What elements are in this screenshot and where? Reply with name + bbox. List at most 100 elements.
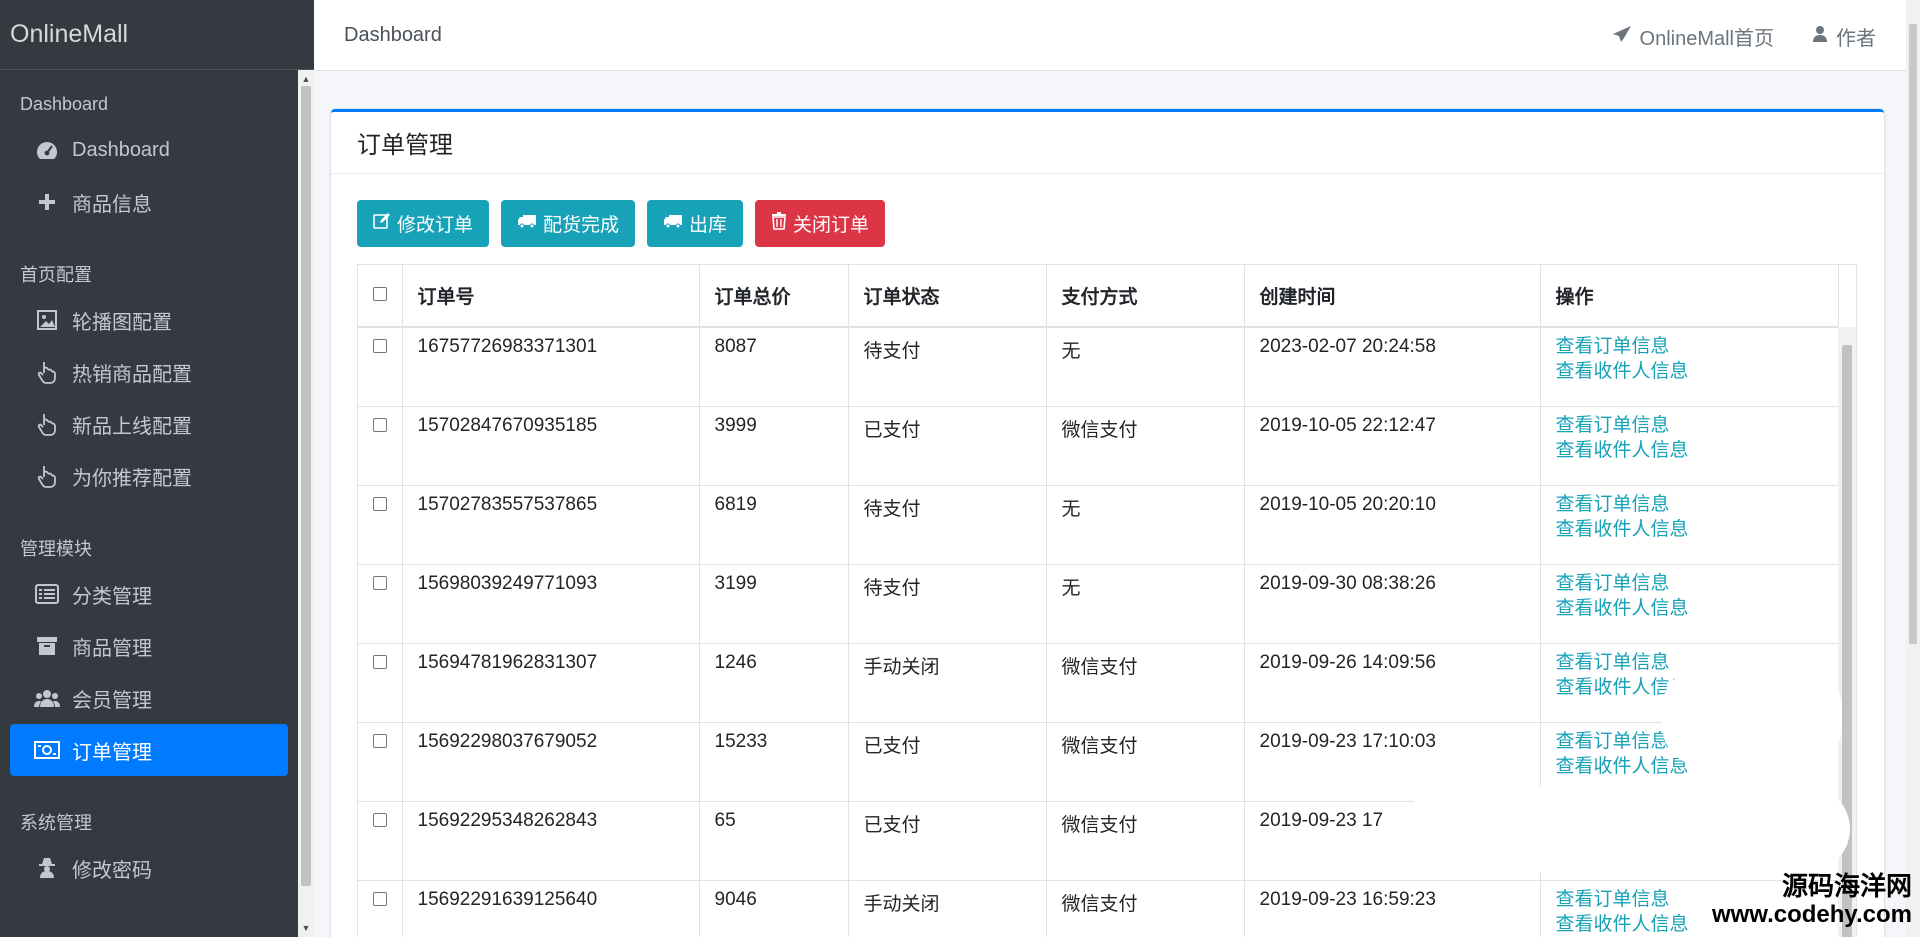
order-pay-method: 微信支付 [1046,406,1245,486]
row-checkbox[interactable] [372,496,387,511]
col-header-create-time[interactable]: 创建时间 [1244,265,1541,328]
sidebar-item-label: 商品管理 [72,637,152,660]
order-status: 手动关闭 [848,643,1047,723]
ship-out-button[interactable]: 出库 [647,200,744,247]
paper-plane-icon [1612,25,1632,49]
order-no: 15698039249771093 [402,564,700,644]
row-checkbox[interactable] [372,891,387,906]
sidebar-item-label: 会员管理 [72,689,152,712]
table-row[interactable]: 15692291639125640 9046 手动关闭 微信支付 2019-09… [358,880,1839,937]
toolbar: 修改订单 配货完成 出库 关闭订单 [357,200,886,247]
author-link[interactable]: 作者 [1812,22,1876,51]
order-create-time: 2019-09-23 16:59:23 [1244,880,1541,937]
row-checkbox[interactable] [372,654,387,669]
sidebar-item-label: 商品信息 [72,193,152,216]
table-row[interactable]: 15702847670935185 3999 已支付 微信支付 2019-10-… [358,406,1839,486]
order-pay-method: 微信支付 [1046,643,1245,723]
order-create-time: 2019-09-26 14:09:56 [1244,643,1541,723]
sidebar-item-hot-config[interactable]: 热销商品配置 [10,346,288,398]
select-all-checkbox[interactable] [372,287,387,301]
nav-header-home-config: 首页配置 [20,265,92,285]
watermark-line-1: 源码海洋网 [1781,870,1912,901]
top-navbar: Dashboard OnlineMall首页 作者 [314,0,1920,71]
row-checkbox[interactable] [372,339,387,353]
order-pay-method: 微信支付 [1046,801,1245,881]
pack-done-button[interactable]: 配货完成 [501,200,636,247]
table-row[interactable]: 16757726983371301 8087 待支付 无 2023-02-07 … [358,327,1839,407]
image-icon [34,308,60,332]
page-scrollbar-thumb[interactable] [1909,24,1917,644]
order-no: 15694781962831307 [402,643,700,723]
view-receiver-link[interactable]: 查看收件人信息 [1556,515,1838,544]
row-checkbox[interactable] [372,575,387,590]
order-price: 8087 [699,327,849,407]
sidebar-item-goods[interactable]: 商品管理 [10,620,288,672]
sidebar-item-product-info[interactable]: 商品信息 [10,176,288,228]
col-header-total-price[interactable]: 订单总价 [699,265,849,328]
sidebar-item-dashboard[interactable]: Dashboard [10,124,288,176]
col-header-pay-method[interactable]: 支付方式 [1046,265,1245,328]
order-no: 15702783557537865 [402,485,700,565]
view-receiver-link[interactable]: 查看收件人信息 [1556,357,1838,386]
view-receiver-link[interactable]: 查看收件人信息 [1556,594,1838,623]
sidebar-item-category[interactable]: 分类管理 [10,568,288,620]
close-order-button[interactable]: 关闭订单 [755,200,886,247]
scroll-up-arrow-icon[interactable]: ▲ [301,74,311,84]
col-header-order-no[interactable]: 订单号 [402,265,700,328]
brand-logo[interactable]: OnlineMall [0,0,314,70]
sidebar-item-change-password[interactable]: 修改密码 [10,842,288,894]
col-header-order-status[interactable]: 订单状态 [848,265,1047,328]
sidebar-item-orders[interactable]: 订单管理 [10,724,288,776]
order-actions: 查看订单信息 查看收件人信息 [1540,485,1839,565]
col-header-actions: 操作 [1540,265,1839,328]
sidebar-item-new-config[interactable]: 新品上线配置 [10,398,288,450]
page-scrollbar[interactable] [1906,0,1920,937]
row-checkbox[interactable] [372,733,387,748]
archive-icon [34,634,60,658]
order-status: 已支付 [848,801,1047,881]
sidebar-item-recommend-config[interactable]: 为你推荐配置 [10,450,288,502]
table-row[interactable]: 15702783557537865 6819 待支付 无 2019-10-05 … [358,485,1839,565]
sidebar-scrollbar-thumb[interactable] [301,86,311,886]
order-pay-method: 无 [1046,564,1245,644]
sidebar-item-members[interactable]: 会员管理 [10,672,288,724]
order-no: 16757726983371301 [402,327,700,407]
sidebar-item-label: 新品上线配置 [72,415,192,438]
sidebar-item-label: 订单管理 [72,741,152,764]
row-checkbox[interactable] [372,812,387,827]
order-create-time: 2019-10-05 22:12:47 [1244,406,1541,486]
edit-order-button[interactable]: 修改订单 [357,200,490,247]
order-price: 3199 [699,564,849,644]
table-row[interactable]: 15698039249771093 3199 待支付 无 2019-09-30 … [358,564,1839,644]
sidebar-menu: Dashboard Dashboard 商品信息 首页配置 轮播图配置 热销商品… [0,70,314,937]
view-receiver-link[interactable]: 查看收件人信息 [1556,436,1838,465]
table-row[interactable]: 15694781962831307 1246 手动关闭 微信支付 2019-09… [358,643,1839,723]
breadcrumb[interactable]: Dashboard [344,24,442,47]
table-header-row: 订单号 订单总价 订单状态 支付方式 创建时间 操作 [358,265,1839,328]
edit-icon [373,212,391,236]
plus-icon [34,190,60,214]
nav-header-dashboard: Dashboard [20,93,109,114]
order-pay-method: 微信支付 [1046,722,1245,802]
sidebar-item-label: 为你推荐配置 [72,467,192,490]
scroll-down-arrow-icon[interactable]: ▼ [301,923,311,933]
home-link-label: OnlineMall首页 [1639,28,1774,50]
order-pay-method: 无 [1046,485,1245,565]
order-price: 3999 [699,406,849,486]
card-title: 订单管理 [331,112,1884,174]
order-price: 6819 [699,485,849,565]
tachometer-icon [34,138,60,162]
list-icon [34,582,60,606]
order-create-time: 2019-10-05 20:20:10 [1244,485,1541,565]
row-checkbox[interactable] [372,417,387,432]
order-status: 已支付 [848,722,1047,802]
watermark: 源码海洋网 www.codehy.com [1712,870,1912,929]
order-price: 65 [699,801,849,881]
order-status: 手动关闭 [848,880,1047,937]
home-link[interactable]: OnlineMall首页 [1612,22,1774,51]
order-no: 15692291639125640 [402,880,700,937]
order-price: 1246 [699,643,849,723]
hand-pointer-icon [34,360,60,384]
sidebar-item-carousel-config[interactable]: 轮播图配置 [10,294,288,346]
order-create-time: 2019-09-30 08:38:26 [1244,564,1541,644]
